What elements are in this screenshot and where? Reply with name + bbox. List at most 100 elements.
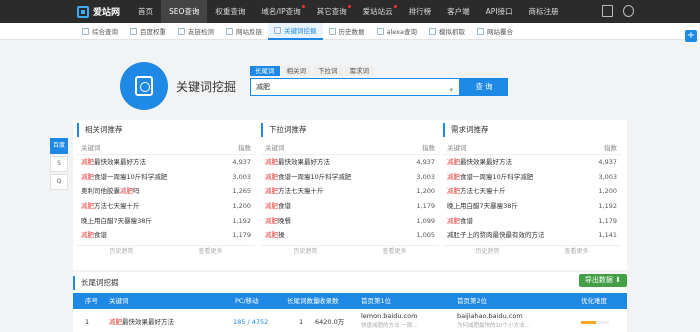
tool-icon [274,26,281,34]
list-item[interactable]: 减肥最快效果最好方法 4,937 [261,155,439,170]
list-item[interactable]: 减肥操 1,005 [261,228,439,243]
list-item[interactable]: 减肥食谱 1,179 [77,228,255,243]
list-item[interactable]: 减肚子上的赘肉最快最有效的方法 1,141 [443,228,621,243]
list-item[interactable]: 晚上用白醋7天暴瘦38斤 1,192 [443,199,621,214]
list-item[interactable]: 奥利司他胶囊减肥吗 1,265 [77,184,255,199]
panel-footer: 历史趋势 查看更多 [261,245,439,257]
history-trend-link[interactable]: 历史趋势 [475,246,499,257]
history-trend-link[interactable]: 历史趋势 [293,246,317,257]
kw-post: 食谱一周瘦10斤科学减肥 [278,172,352,181]
subnav-item-1[interactable]: 百度权重 [124,23,172,40]
subnav-item-3[interactable]: 网站反链 [220,23,268,40]
subnav-item-0[interactable]: 综合查询 [76,23,124,40]
engine-button-1[interactable]: S [50,156,68,172]
row-second-sub: 为何减肥最快的10个小方法… [457,323,530,329]
list-item[interactable]: 减肥晚餐 1,099 [261,214,439,229]
list-item[interactable]: 减肥食谱一周瘦10斤科学减肥 3,003 [443,170,621,185]
nav-item-label: 爱站站云 [362,7,393,16]
col-header-0[interactable]: 序号 [85,293,98,309]
col-header-7[interactable]: 优化难度 [581,293,607,309]
subnav-item-6[interactable]: alexa查询 [371,23,424,40]
history-trend-link[interactable]: 历史趋势 [109,246,133,257]
nav-item-0[interactable]: 首页 [130,0,161,23]
nav-item-label: 首页 [138,7,153,16]
item-keyword: 减肥食谱 [81,228,107,243]
search-tab-3[interactable]: 需求词 [344,66,374,76]
subnav-item-5[interactable]: 历史数据 [323,23,371,40]
row-keyword-rest: 最快效果最好方法 [122,318,174,326]
kw-post: 最快效果最好方法 [94,158,146,166]
col-header-5[interactable]: 首页第1位 [361,293,391,309]
item-keyword: 奥利司他胶囊减肥吗 [81,184,140,199]
nav-item-label: API接口 [485,7,513,16]
panel-header: 关键词 指数 [261,141,439,155]
nav-item-6[interactable]: 排行榜 [401,0,440,23]
list-item[interactable]: 减肥最快效果最好方法 4,937 [77,155,255,170]
nav-item-7[interactable]: 客户端 [439,0,478,23]
subnav-item-4[interactable]: 关键词挖掘 [268,22,323,40]
nav-item-2[interactable]: 权重查询 [207,0,253,23]
panel-title: 下拉词推荐 [261,123,439,137]
subnav-item-2[interactable]: 友链检测 [172,23,220,40]
export-button[interactable]: 导出数据 ⬇ [578,274,627,287]
engine-button-0[interactable]: 百度 [50,138,68,154]
list-item[interactable]: 减肥食谱一周瘦10斤科学减肥 3,003 [261,170,439,185]
mobile-icon[interactable] [602,5,613,17]
list-item[interactable]: 减肥方法七天瘦十斤 1,200 [77,199,255,214]
nav-item-9[interactable]: 商标注册 [521,0,567,23]
chevron-down-icon[interactable]: ▾ [449,82,453,98]
item-keyword: 减肥方法七天瘦十斤 [81,199,140,214]
item-index: 1,179 [232,231,251,240]
col-header-4[interactable]: 收录数 [319,293,339,309]
item-index: 3,003 [416,172,435,181]
col-header-6[interactable]: 首页第2位 [457,293,487,309]
keyword-input[interactable]: 减肥 ▾ [250,78,460,96]
nav-item-1[interactable]: SEO查询 [161,0,208,23]
col-header-1[interactable]: 关键词 [109,293,129,309]
col-header-2[interactable]: PC/移动 [235,293,259,309]
kw-post: 食谱 [94,231,107,240]
site-logo[interactable]: 爱站网 [0,5,130,18]
item-index: 4,937 [416,158,435,166]
nav-item-8[interactable]: API接口 [478,0,521,23]
view-more-link[interactable]: 查看更多 [382,246,406,257]
expand-button[interactable]: + [685,30,697,42]
row-index: 1 [85,318,90,326]
nav-item-5[interactable]: 爱站站云 [355,0,401,23]
nav-item-4[interactable]: 其它查询 [309,0,355,23]
view-more-link[interactable]: 查看更多 [198,246,222,257]
view-more-link[interactable]: 查看更多 [564,246,588,257]
nav-item-3[interactable]: 域名/IP查询 [253,0,308,23]
item-keyword: 减肥方法七天瘦十斤 [265,184,324,199]
row-indexed: 6420.0万 [315,318,345,326]
item-index: 4,937 [232,158,251,166]
col-header-3[interactable]: 长尾词数量 [287,293,320,309]
search-tab-0[interactable]: 长尾词 [250,66,280,76]
kw-pre: 晚上用白醋7天暴瘦38斤 [81,216,152,225]
list-item[interactable]: 减肥方法七天瘦十斤 1,200 [443,184,621,199]
kw-highlight: 减肥 [265,172,278,181]
item-index: 1,200 [416,187,435,196]
list-item[interactable]: 减肥食谱 1,179 [261,199,439,214]
subnav-item-8[interactable]: 网站覆合 [471,23,519,40]
row-keyword[interactable]: 减肥最快效果最好方法 [109,316,174,328]
item-keyword: 减肥食谱一周瘦10斤科学减肥 [265,170,351,185]
list-item[interactable]: 减肥最快效果最好方法 4,937 [443,155,621,170]
kw-highlight: 减肥 [447,172,460,181]
list-item[interactable]: 减肥食谱一周瘦10斤科学减肥 3,003 [77,170,255,185]
search-button[interactable]: 查 询 [460,78,508,96]
subnav-item-7[interactable]: 模拟抓取 [423,23,471,40]
list-item[interactable]: 减肥方法七天瘦十斤 1,200 [261,184,439,199]
list-item[interactable]: 晚上用白醋7天暴瘦38斤 1,192 [77,214,255,229]
item-index: 1,192 [232,216,251,225]
keyword-mining-icon [120,62,168,110]
subnav-item-label: alexa查询 [386,28,418,36]
list-item[interactable]: 减肥食谱 1,179 [443,214,621,229]
search-tab-2[interactable]: 下拉词 [313,66,343,76]
tool-icon [429,27,437,35]
search-tab-1[interactable]: 相关词 [281,66,311,76]
kw-highlight: 减肥 [265,202,278,211]
row-pc-mobile[interactable]: 185 / 4752 [233,316,268,328]
user-icon[interactable] [623,5,634,17]
engine-button-2[interactable]: Q [50,174,68,190]
